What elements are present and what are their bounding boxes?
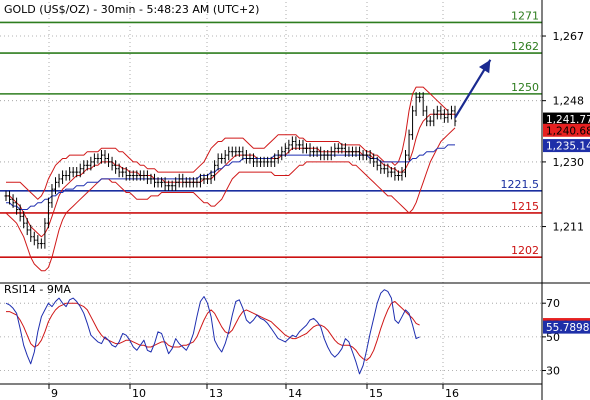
rsi-tick-label-2: 30 (546, 365, 560, 378)
level-label-2: 1250 (511, 81, 539, 94)
x-tick-label-3: 14 (288, 387, 302, 400)
price-tick-label-2: 1,230 (553, 156, 585, 169)
rsi-panel-label: RSI14 - 9MA (4, 283, 71, 296)
price-tag-1-label: 1,240.68 (546, 125, 590, 137)
x-tick-label-1: 10 (132, 387, 146, 400)
level-label-3: 1221.5 (501, 178, 540, 191)
x-tick-label-2: 13 (209, 387, 223, 400)
rsi-tick-label-0: 70 (546, 297, 560, 310)
x-tick-label-0: 9 (51, 387, 58, 400)
chart-title: GOLD (US$/OZ) - 30min - 5:48:23 AM (UTC+… (4, 3, 259, 16)
price-tick-label-1: 1,248 (553, 95, 585, 108)
price-tag-2-label: 1,235.14 (546, 141, 590, 153)
price-tick-label-3: 1,211 (553, 221, 585, 234)
level-label-4: 1215 (511, 200, 539, 213)
x-tick-label-5: 16 (445, 387, 459, 400)
level-label-5: 1202 (511, 244, 539, 257)
level-label-1: 1262 (511, 40, 539, 53)
level-label-0: 1271 (511, 9, 539, 22)
x-tick-label-4: 15 (369, 387, 383, 400)
price-tick-label-0: 1,267 (553, 30, 585, 43)
rsi-tag-1-label: 55.7898 (546, 322, 589, 334)
gold-chart: 1271 1262 1250 1221.5 1215 1202 1,267 1,248 1,2… (0, 0, 590, 400)
